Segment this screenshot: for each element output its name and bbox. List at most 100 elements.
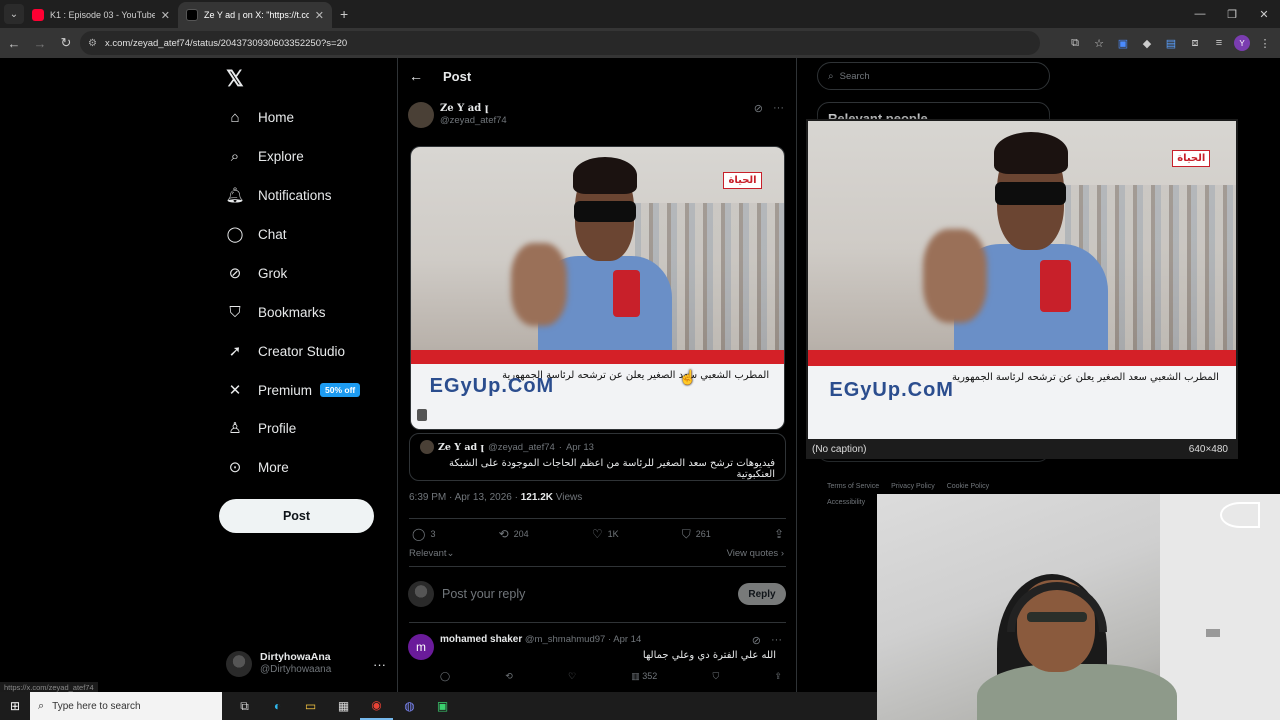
app-icon[interactable]: ▣: [426, 692, 459, 720]
store-icon[interactable]: ▦: [327, 692, 360, 720]
reply-input[interactable]: Post your reply: [442, 587, 738, 601]
repost-action[interactable]: ⟲ 204: [499, 527, 529, 541]
bookmark-action[interactable]: ⛉ 261: [682, 527, 711, 542]
more-dots-icon[interactable]: ···: [771, 634, 782, 647]
restore-icon[interactable]: ❐: [1216, 0, 1248, 28]
post-top-actions: ⊘ ···: [754, 102, 784, 115]
video-control-icon[interactable]: [417, 409, 427, 421]
nav-label: Chat: [258, 226, 287, 242]
post-timestamp: 6:39 PM · Apr 13, 2026 · 121.2K Views: [409, 492, 582, 503]
windows-start-icon[interactable]: ⊞: [0, 692, 30, 720]
premium-discount-badge: 50% off: [320, 383, 361, 397]
divider: [409, 566, 786, 567]
quoted-post[interactable]: Ze Y ad ꞁ @zeyad_atef74 · Apr 13 فيديوها…: [409, 433, 786, 481]
reply-action[interactable]: ◯ 3: [412, 527, 435, 541]
nav-notifications[interactable]: 🔔︎ Notifications: [225, 182, 332, 208]
post-button[interactable]: Post: [219, 499, 374, 533]
comment-icon[interactable]: ◯: [440, 671, 450, 682]
footer-link[interactable]: Privacy Policy: [891, 483, 935, 490]
author-avatar[interactable]: [408, 102, 434, 128]
reading-list-icon[interactable]: ≡: [1210, 32, 1228, 54]
nav-grok[interactable]: ⊘ Grok: [226, 260, 288, 286]
footer-link[interactable]: Accessibility: [827, 499, 865, 506]
extensions-puzzle-icon[interactable]: ⧈: [1186, 32, 1204, 54]
post-time: 6:39 PM · Apr 13, 2026 ·: [409, 492, 521, 503]
author-name[interactable]: Ze Y ad ꞁ: [440, 103, 507, 116]
tab-youtube[interactable]: K1 : Episode 03 - YouTube ✕: [24, 2, 178, 28]
menu-dots-icon[interactable]: ⋮: [1256, 32, 1274, 54]
taskbar-search[interactable]: ⌕ Type here to search: [30, 692, 222, 720]
site-info-icon[interactable]: ⚙: [88, 38, 97, 49]
view-quotes-label: View quotes: [726, 548, 779, 559]
nav-label: Notifications: [258, 187, 332, 203]
back-arrow-icon[interactable]: ←: [409, 68, 423, 84]
install-icon[interactable]: ⧉: [1066, 32, 1084, 54]
reply-sort-row: Relevant⌄ View quotes ›: [409, 548, 784, 559]
reload-icon[interactable]: ↻: [54, 31, 78, 55]
close-window-icon[interactable]: ✕: [1248, 0, 1280, 28]
grok-icon[interactable]: ⊘: [752, 634, 761, 647]
back-icon[interactable]: ←: [2, 31, 26, 55]
footer-link[interactable]: Terms of Service: [827, 483, 879, 490]
heart-icon[interactable]: ♡: [568, 671, 576, 682]
account-switcher[interactable]: DirtyhowaAna @Dirtyhowaana ···: [226, 648, 386, 680]
reply-avatar[interactable]: m: [408, 634, 434, 660]
discord-icon[interactable]: ◍: [393, 692, 426, 720]
rocket-icon: ➚: [228, 343, 242, 360]
forward-icon[interactable]: →: [28, 31, 52, 55]
post-actions: ◯ 3 ⟲ 204 ♡ 1K ⛉ 261 ⇪: [412, 525, 784, 543]
minimize-icon[interactable]: —: [1184, 0, 1216, 28]
more-dots-icon: ···: [373, 656, 386, 672]
nav-more[interactable]: ⊙ More: [226, 454, 289, 480]
view-quotes-link[interactable]: View quotes ›: [727, 548, 784, 559]
tab-search-button[interactable]: ⌄: [4, 4, 24, 24]
extension-icon[interactable]: ◆: [1138, 32, 1156, 54]
nav-premium[interactable]: ✕ Premium 50% off: [226, 377, 361, 403]
views-action[interactable]: ▥ 352: [631, 671, 657, 682]
avatar: [408, 581, 434, 607]
post-video[interactable]: الحياة المطرب الشعبي سعد الصغير يعلن عن …: [410, 146, 785, 430]
x-logo-icon[interactable]: 𝕏: [226, 66, 250, 91]
repost-icon[interactable]: ⟲: [505, 671, 513, 682]
address-bar[interactable]: ⚙ x.com/zeyad_atef74/status/204373093060…: [80, 31, 1040, 55]
grok-icon: ⊘: [228, 265, 242, 282]
profile-avatar-icon[interactable]: Y: [1234, 35, 1250, 51]
preview-frame: الحياة المطرب الشعبي سعد الصغير يعلن عن …: [808, 121, 1236, 439]
new-tab-button[interactable]: +: [340, 6, 348, 22]
nav-home[interactable]: ⌂ Home: [226, 104, 294, 130]
more-dots-icon[interactable]: ···: [773, 102, 784, 115]
file-explorer-icon[interactable]: ▭: [294, 692, 327, 720]
share-icon: ⇪: [773, 527, 784, 541]
chrome-icon[interactable]: ◉: [360, 692, 393, 720]
main-column: ← Post Ze Y ad ꞁ @zeyad_atef74 ⊘ ··· الح…: [397, 58, 797, 692]
share-icon[interactable]: ⇪: [774, 671, 782, 682]
reply-post[interactable]: m mohamed shaker @m_shmahmud97 · Apr 14 …: [408, 630, 786, 690]
nav-chat[interactable]: ◯ Chat: [226, 221, 287, 247]
extension-blue-icon[interactable]: ▤: [1162, 32, 1180, 54]
reply-name[interactable]: mohamed shaker: [440, 634, 522, 645]
footer-link[interactable]: Cookie Policy: [947, 483, 989, 490]
task-view-icon[interactable]: ⧉: [228, 692, 261, 720]
preview-caption: (No caption): [812, 444, 867, 455]
nav-profile[interactable]: ♙ Profile: [226, 415, 296, 441]
bookmark-icon[interactable]: ⛉: [712, 671, 719, 682]
image-hover-preview: الحياة المطرب الشعبي سعد الصغير يعلن عن …: [806, 119, 1238, 459]
nav-explore[interactable]: ⌕ Explore: [226, 143, 304, 169]
edge-icon[interactable]: ◐: [261, 692, 294, 720]
close-icon[interactable]: ✕: [161, 9, 170, 22]
nav-creator-studio[interactable]: ➚ Creator Studio: [226, 338, 345, 364]
quote-name: Ze Y ad ꞁ: [438, 441, 485, 453]
reply-button[interactable]: Reply: [738, 583, 786, 605]
author-handle[interactable]: @zeyad_atef74: [440, 115, 507, 127]
share-action[interactable]: ⇪: [774, 527, 784, 541]
nav-bookmarks[interactable]: ⛉ Bookmarks: [226, 299, 325, 325]
like-action[interactable]: ♡ 1K: [592, 527, 619, 541]
close-icon[interactable]: ✕: [315, 9, 324, 22]
extension-translate-icon[interactable]: ▣: [1114, 32, 1132, 54]
video-caption: المطرب الشعبي سعد الصغير يعلن عن ترشحه ل…: [951, 372, 1219, 384]
search-input[interactable]: ⌕ Search: [817, 62, 1050, 90]
tab-x-post[interactable]: Ze Y ad ꞁ on X: "https://t.co/Tyc ✕: [178, 2, 332, 28]
sort-dropdown[interactable]: Relevant⌄: [409, 548, 454, 559]
star-icon[interactable]: ☆: [1090, 32, 1108, 54]
grok-icon[interactable]: ⊘: [754, 102, 763, 115]
